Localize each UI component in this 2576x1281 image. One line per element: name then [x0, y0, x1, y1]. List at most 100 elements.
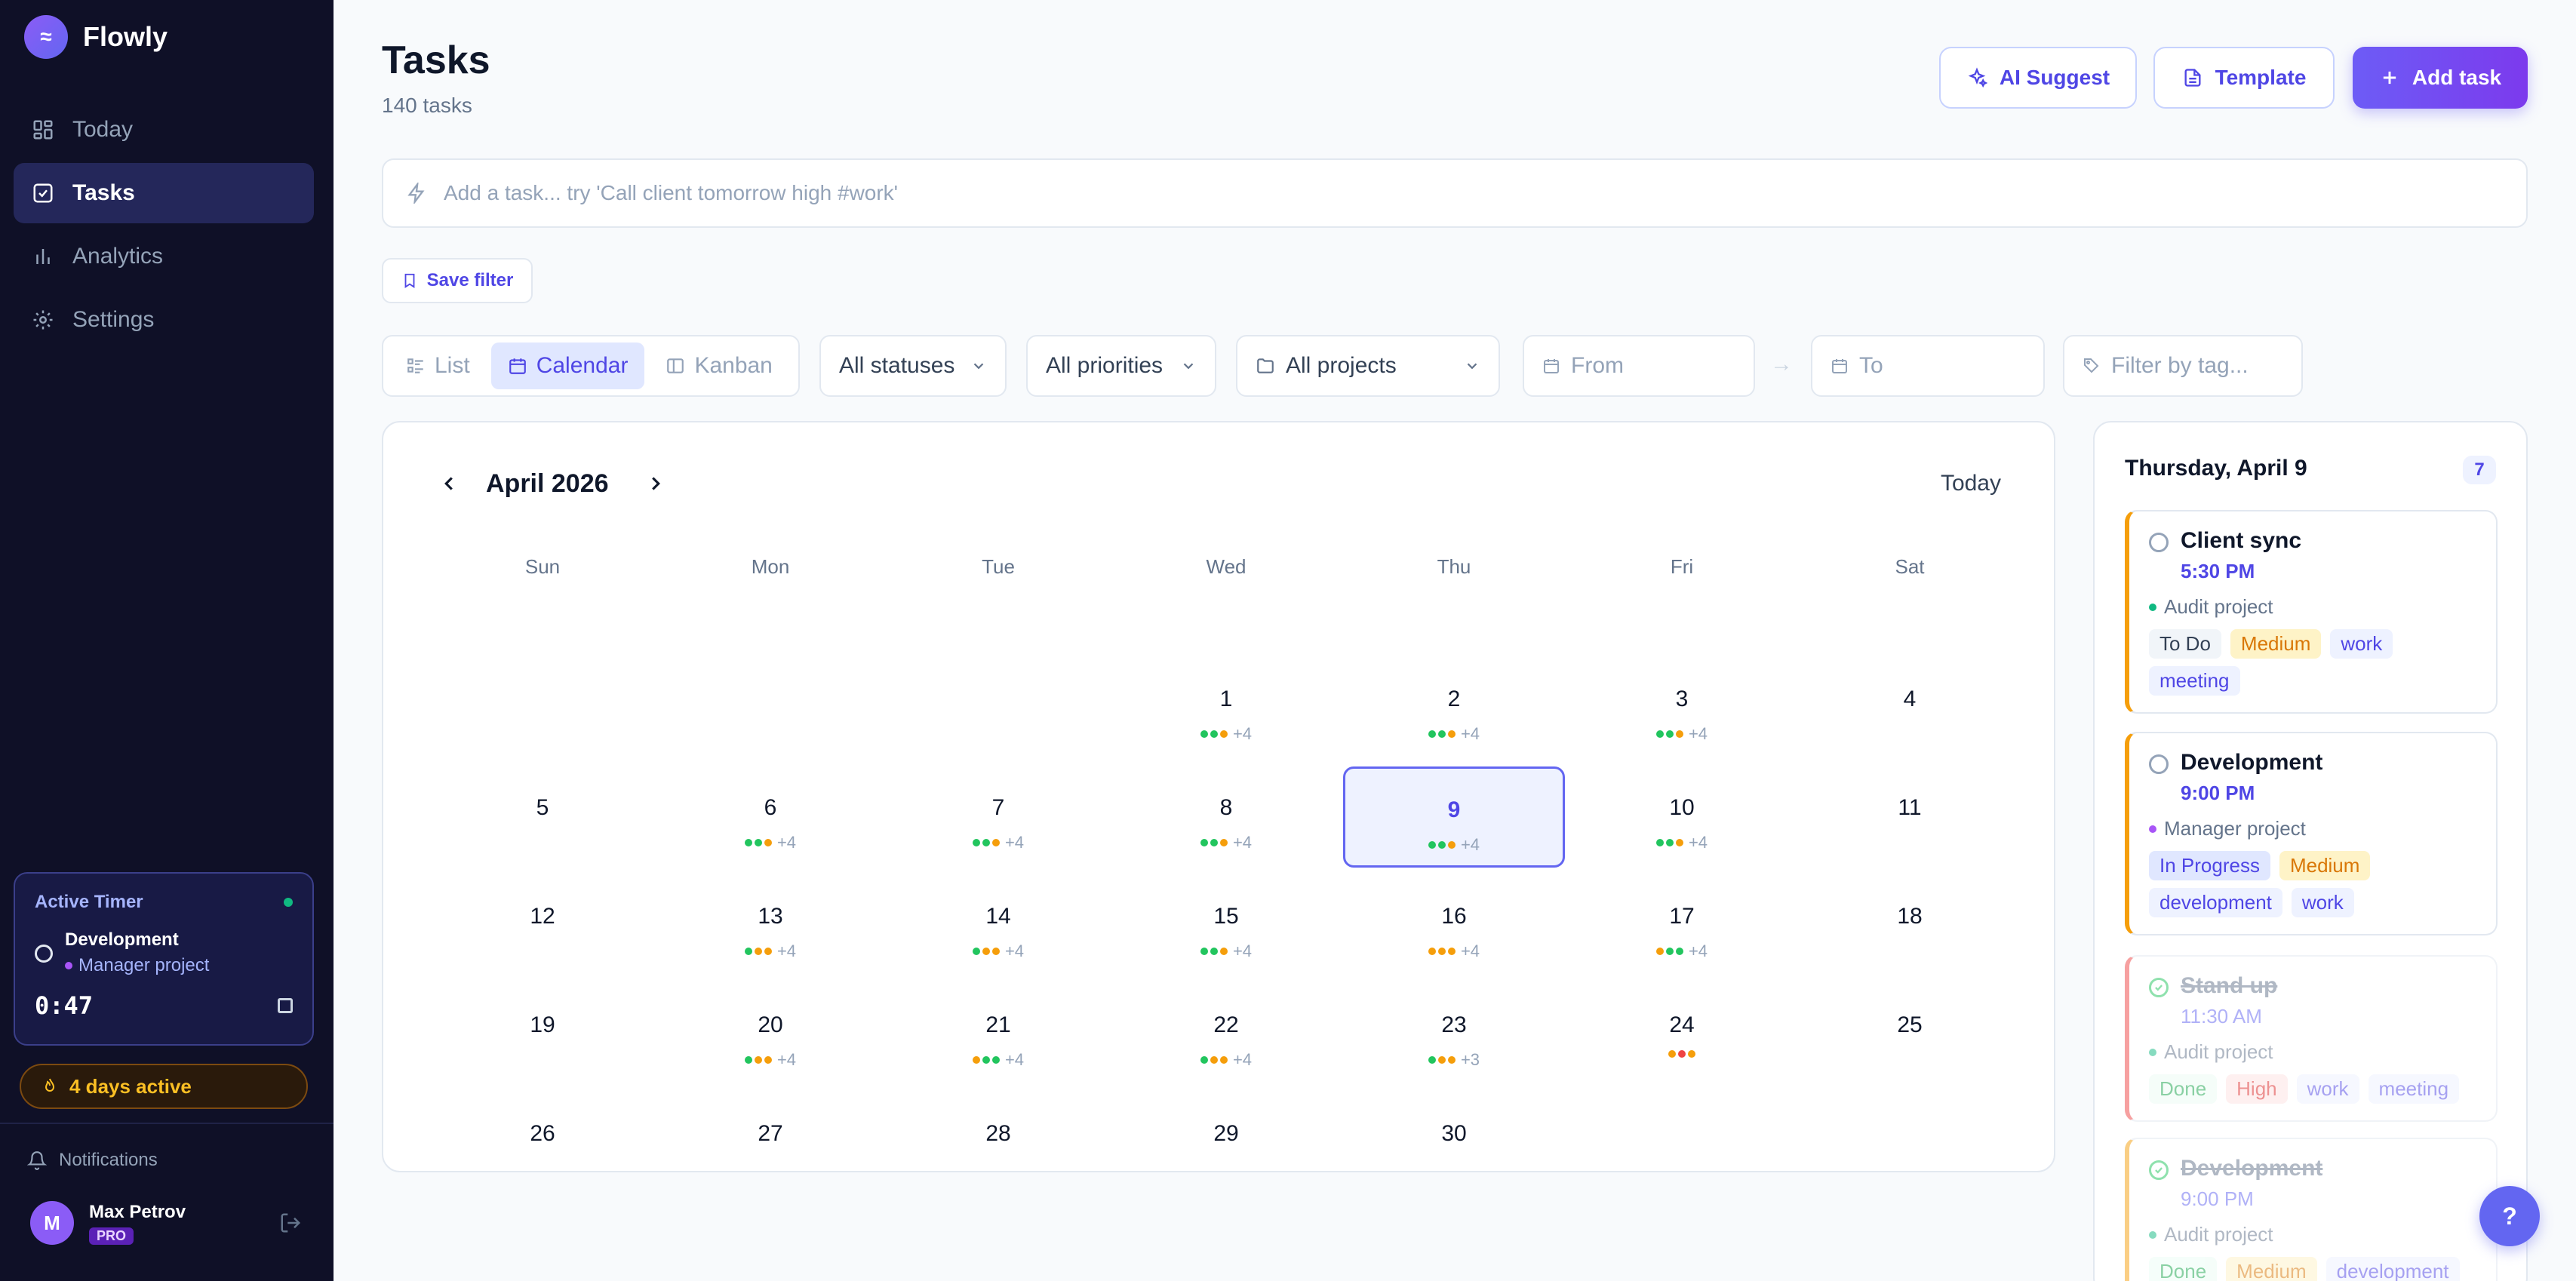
status-select[interactable]: All statuses: [819, 335, 1007, 397]
calendar-day-7[interactable]: 7 +4: [887, 766, 1109, 868]
user-profile[interactable]: M Max Petrov PRO: [30, 1201, 302, 1245]
calendar-day-23[interactable]: 23 +3: [1343, 984, 1565, 1085]
task-checkbox[interactable]: [2149, 978, 2169, 997]
task-card[interactable]: Client sync 5:30 PM Audit project To Do Medi…: [2125, 510, 2498, 714]
timer-running-indicator: [284, 898, 293, 907]
task-dot-orange: [1437, 948, 1446, 955]
chevron-right-icon[interactable]: [644, 472, 667, 495]
template-button[interactable]: Template: [2153, 47, 2335, 109]
task-dot-orange: [972, 1056, 980, 1064]
add-task-button[interactable]: Add task: [2353, 47, 2528, 109]
task-checkbox[interactable]: [2149, 1160, 2169, 1180]
task-tag: Done: [2149, 1257, 2218, 1281]
calendar-day-22[interactable]: 22 +4: [1115, 984, 1337, 1085]
sidebar-item-analytics[interactable]: Analytics: [14, 226, 314, 287]
more-tasks-count: +4: [1232, 833, 1253, 852]
task-dot-green: [991, 1056, 1000, 1064]
calendar-day-15[interactable]: 15 +4: [1115, 875, 1337, 976]
project-select[interactable]: All projects: [1236, 335, 1500, 397]
logout-icon[interactable]: [279, 1212, 302, 1234]
calendar-day-1[interactable]: 1 +4: [1115, 658, 1337, 759]
priority-select[interactable]: All priorities: [1026, 335, 1216, 397]
ai-suggest-button[interactable]: AI Suggest: [1939, 47, 2137, 109]
calendar-day-14[interactable]: 14 +4: [887, 875, 1109, 976]
calendar-day-29[interactable]: 29: [1115, 1092, 1337, 1193]
task-title: Client sync: [2181, 528, 2302, 553]
calendar-day-10[interactable]: 10 +4: [1571, 766, 1793, 868]
more-tasks-count: +4: [1688, 942, 1708, 960]
calendar-day-17[interactable]: 17 +4: [1571, 875, 1793, 976]
weekday-thu: Thu: [1437, 555, 1471, 578]
calendar-day-20[interactable]: 20 +4: [659, 984, 881, 1085]
help-button[interactable]: ?: [2479, 1186, 2540, 1246]
task-time: 9:00 PM: [2181, 782, 2255, 804]
view-list-button[interactable]: List: [389, 343, 487, 389]
calendar-day-21[interactable]: 21 +4: [887, 984, 1109, 1085]
task-card[interactable]: Development 9:00 PM Audit project Done Mediu…: [2125, 1138, 2498, 1281]
calendar-day-11[interactable]: 11: [1799, 766, 2021, 868]
calendar-day-13[interactable]: 13 +4: [659, 875, 881, 976]
from-date-placeholder: From: [1571, 353, 1624, 378]
sidebar-nav: Today Tasks Analytics Settings: [14, 100, 314, 353]
view-calendar-button[interactable]: Calendar: [490, 343, 645, 389]
calendar-day-27[interactable]: 27: [659, 1092, 881, 1193]
calendar-day-8[interactable]: 8 +4: [1115, 766, 1337, 868]
task-checkbox[interactable]: [2149, 754, 2169, 774]
task-project: Manager project: [2164, 817, 2306, 840]
streak-text: 4 days active: [69, 1074, 192, 1098]
timer-task-checkbox[interactable]: [35, 945, 53, 963]
chevron-left-icon[interactable]: [438, 472, 460, 495]
task-checkbox[interactable]: [2149, 533, 2169, 552]
day-number: 17: [1669, 904, 1695, 929]
sidebar-item-settings[interactable]: Settings: [14, 290, 314, 350]
calendar-day-18[interactable]: 18: [1799, 875, 2021, 976]
task-dot-green: [1665, 948, 1674, 955]
calendar-day-28[interactable]: 28: [887, 1092, 1109, 1193]
notifications-link[interactable]: Notifications: [27, 1150, 158, 1171]
task-card[interactable]: Development 9:00 PM Manager project In Prog…: [2125, 732, 2498, 935]
view-kanban-button[interactable]: Kanban: [649, 343, 788, 389]
task-dot-green: [1675, 948, 1683, 955]
calendar-day-4[interactable]: 4: [1799, 658, 2021, 759]
task-tag: development: [2325, 1257, 2460, 1281]
calendar-day-30[interactable]: 30: [1343, 1092, 1565, 1193]
sidebar-item-tasks[interactable]: Tasks: [14, 163, 314, 223]
save-filter-button[interactable]: Save filter: [382, 258, 533, 303]
task-tag: meeting: [2368, 1074, 2460, 1104]
task-card[interactable]: Stand up 11:30 AM Audit project Done High wor…: [2125, 955, 2498, 1122]
task-dot-orange: [1675, 839, 1683, 846]
to-date-input[interactable]: To: [1811, 335, 2045, 397]
calendar-day-24[interactable]: 24: [1571, 984, 1793, 1085]
calendar-day-3[interactable]: 3 +4: [1571, 658, 1793, 759]
day-number: 21: [985, 1012, 1011, 1037]
stop-timer-button[interactable]: [278, 998, 293, 1013]
sidebar-item-today[interactable]: Today: [14, 100, 314, 160]
calendar-day-26[interactable]: 26: [432, 1092, 653, 1193]
project-select-value: All projects: [1286, 353, 1397, 378]
day-number: 12: [530, 904, 555, 929]
calendar-today-button[interactable]: Today: [1941, 471, 2001, 496]
view-kanban-label: Kanban: [694, 353, 773, 378]
tag-filter-input[interactable]: Filter by tag...: [2063, 335, 2303, 397]
calendar-day-9[interactable]: 9 +4: [1343, 766, 1565, 868]
calendar-day-5[interactable]: 5: [432, 766, 653, 868]
calendar-day-25[interactable]: 25: [1799, 984, 2021, 1085]
calendar-day-6[interactable]: 6 +4: [659, 766, 881, 868]
task-dot-green: [1655, 730, 1664, 738]
calendar-day-19[interactable]: 19: [432, 984, 653, 1085]
task-dot-green: [1428, 1056, 1436, 1064]
brand[interactable]: ≈ Flowly: [24, 15, 168, 59]
more-tasks-count: +4: [1004, 833, 1025, 852]
day-number: 14: [985, 904, 1011, 929]
weekday-tue: Tue: [982, 555, 1015, 578]
task-dot-green: [1428, 841, 1436, 849]
project-dot: [2149, 825, 2156, 833]
calendar-day-12[interactable]: 12: [432, 875, 653, 976]
active-timer-card[interactable]: Active Timer Development Manager project…: [14, 872, 314, 1046]
more-tasks-count: +4: [776, 1050, 797, 1069]
weekday-sun: Sun: [524, 555, 561, 578]
from-date-input[interactable]: From: [1523, 335, 1755, 397]
quick-add-input[interactable]: Add a task... try 'Call client tomorrow …: [382, 158, 2528, 228]
calendar-day-16[interactable]: 16 +4: [1343, 875, 1565, 976]
calendar-day-2[interactable]: 2 +4: [1343, 658, 1565, 759]
